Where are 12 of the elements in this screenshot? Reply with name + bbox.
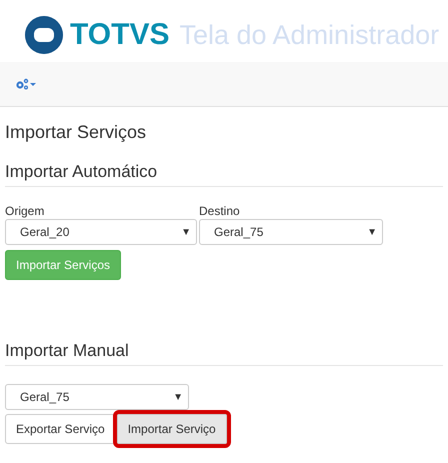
page-title: Importar Serviços (5, 121, 148, 143)
brand-name: TOTVS (70, 18, 170, 52)
section-heading: Importar Manual (5, 340, 130, 362)
settings-icon[interactable] (15, 78, 37, 90)
field-label: Destino (199, 203, 241, 219)
logo-icon (24, 15, 64, 55)
action-button[interactable]: Exportar Serviço (5, 414, 116, 444)
select-field[interactable]: Geral_75 ▼ (199, 219, 383, 245)
field-label: Origem (5, 203, 46, 219)
select-field[interactable]: Geral_20 ▼ (5, 219, 197, 245)
select-field[interactable]: Geral_75 ▼ (5, 384, 189, 410)
section-heading: Importar Automático (5, 161, 158, 183)
